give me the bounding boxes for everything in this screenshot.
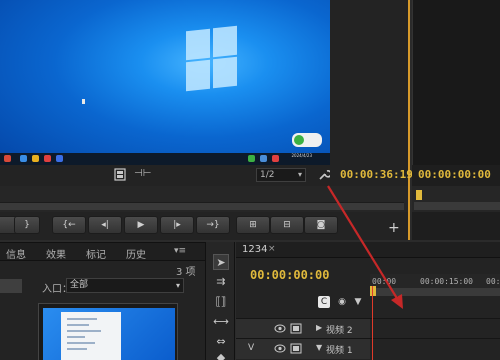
play-button[interactable]: ▶ xyxy=(124,216,158,234)
panel-menu-icon[interactable]: ▾≡ xyxy=(174,246,186,256)
tab-effects[interactable]: 效果 xyxy=(46,246,66,261)
browser-icon xyxy=(32,155,39,162)
chevron-down-icon: ▾ xyxy=(297,170,302,179)
source-control-row: ⊣⊢ 1/2 ▾ 00:00:36:19 xyxy=(0,165,413,185)
link-icon[interactable]: ◉ xyxy=(336,296,348,308)
eye-icon[interactable] xyxy=(274,324,286,333)
item-count: 3 项 xyxy=(176,267,196,278)
rolling-edit-tool-icon[interactable]: ⟷ xyxy=(213,314,229,330)
mouse-cursor-icon xyxy=(82,99,85,104)
track-row: ▶ 视频 2 xyxy=(236,318,500,339)
track-header: V ▼ 视频 1 xyxy=(236,339,370,359)
track-body[interactable] xyxy=(370,339,500,359)
collapse-triangle-icon[interactable]: ▼ xyxy=(316,343,322,352)
rate-stretch-tool-icon[interactable]: ⇔ xyxy=(213,334,229,350)
go-to-out-button[interactable]: →} xyxy=(196,216,230,234)
program-timecode[interactable]: 00:00:00:00 xyxy=(418,168,491,181)
chevron-down-icon: ▾ xyxy=(175,281,180,290)
go-to-in-button[interactable]: {← xyxy=(52,216,86,234)
video-preview-frame: 2024/4/23 xyxy=(0,0,330,165)
wrench-icon[interactable] xyxy=(318,168,330,181)
app-icon xyxy=(20,155,27,162)
windows-logo xyxy=(186,25,238,92)
ruler-tick-label: 00:00 xyxy=(372,277,397,286)
playback-resolution-value: 1/2 xyxy=(260,170,275,180)
track-name: 视频 2 xyxy=(326,326,353,336)
track-select-tool-icon[interactable]: ⇉ xyxy=(213,274,229,290)
program-monitor-panel: 00:00:00:00 xyxy=(412,0,500,240)
export-frame-button[interactable]: ◙ xyxy=(304,216,338,234)
source-transport-row: } {← ◂| ▶ |▸ →} ⊞ ⊟ ◙ + xyxy=(0,212,408,240)
entry-dropdown-value: 全部 xyxy=(70,280,89,290)
source-timecode[interactable]: 00:00:36:19 xyxy=(340,168,413,181)
filmstrip-icon[interactable] xyxy=(290,343,302,354)
track-row: V ▼ 视频 1 xyxy=(236,338,500,359)
drag-audio-video-icon[interactable]: ⊣⊢ xyxy=(134,168,151,179)
razor-tool-icon[interactable]: ◆ xyxy=(213,350,229,360)
timeline-timecode[interactable]: 00:00:00:00 xyxy=(250,268,329,282)
tab-info[interactable]: 信息 xyxy=(6,246,26,261)
timeline-panel: 1234 × 00:00:00:00 00:00 00:00:15:00 00:… xyxy=(236,242,500,360)
tab-history[interactable]: 历史 xyxy=(126,246,146,261)
marker-icon[interactable]: ▼ xyxy=(352,296,364,308)
tools-panel: ➤ ⇉ ⟦⟧ ⟷ ⇔ ◆ xyxy=(205,242,235,360)
thumbnail-window xyxy=(61,312,121,360)
overwrite-button[interactable]: ⊟ xyxy=(270,216,304,234)
entry-dropdown[interactable]: 全部 ▾ xyxy=(66,278,184,293)
step-back-button[interactable]: ◂| xyxy=(88,216,122,234)
search-input[interactable] xyxy=(0,279,22,293)
timeline-playhead[interactable] xyxy=(370,286,376,296)
program-preview-frame xyxy=(412,0,500,165)
timeline-tab-row: 1234 × xyxy=(236,242,500,258)
ruler-tick-label: 00:00: xyxy=(486,277,500,286)
eye-icon[interactable] xyxy=(274,344,286,353)
add-button-icon[interactable]: + xyxy=(388,220,400,236)
clip-thumbnail[interactable] xyxy=(38,303,178,360)
mark-out-button[interactable]: } xyxy=(14,216,40,234)
expand-triangle-icon[interactable]: ▶ xyxy=(316,323,322,332)
filmstrip-icon[interactable] xyxy=(290,323,302,334)
notification-toggle xyxy=(292,133,322,147)
insert-button[interactable]: ⊞ xyxy=(236,216,270,234)
tab-markers[interactable]: 标记 xyxy=(86,246,106,261)
snap-icon[interactable]: C xyxy=(318,296,330,308)
tab-sequence[interactable]: 1234 xyxy=(242,244,267,255)
panel-tab-row: 信息 效果 标记 历史 ▾≡ xyxy=(0,243,205,261)
step-forward-button[interactable]: |▸ xyxy=(160,216,194,234)
program-playhead[interactable] xyxy=(416,190,422,200)
start-icon xyxy=(4,155,11,162)
ripple-edit-tool-icon[interactable]: ⟦⟧ xyxy=(213,294,229,310)
close-icon[interactable]: × xyxy=(268,244,276,254)
track-header: ▶ 视频 2 xyxy=(236,319,370,339)
source-track-marker[interactable]: V xyxy=(248,343,254,353)
program-time-ruler[interactable] xyxy=(412,186,500,212)
track-body[interactable] xyxy=(370,319,500,339)
taskbar: 2024/4/23 xyxy=(0,153,330,165)
tray-icon xyxy=(260,155,267,162)
timeline-playhead-line xyxy=(372,286,373,360)
selection-tool-icon[interactable]: ➤ xyxy=(213,254,229,270)
source-monitor-panel: 2024/4/23 ⊣⊢ 1/2 ▾ 00:00:36:19 } {← ◂| ▶… xyxy=(0,0,413,240)
tray-icon xyxy=(272,155,279,162)
app-icon xyxy=(56,155,63,162)
source-time-ruler[interactable] xyxy=(0,186,408,212)
filmstrip-icon[interactable] xyxy=(114,168,126,181)
taskbar-clock: 2024/4/23 xyxy=(291,153,312,158)
project-panel: 信息 效果 标记 历史 ▾≡ 3 项 入口： 全部 ▾ xyxy=(0,242,205,360)
ruler-tick-label: 00:00:15:00 xyxy=(420,277,473,286)
track-name: 视频 1 xyxy=(326,346,353,356)
tray-icon xyxy=(248,155,255,162)
app-icon xyxy=(44,155,51,162)
timeline-ruler[interactable]: 00:00 00:00:15:00 00:00: xyxy=(370,274,500,296)
playback-resolution-dropdown[interactable]: 1/2 ▾ xyxy=(256,168,306,182)
